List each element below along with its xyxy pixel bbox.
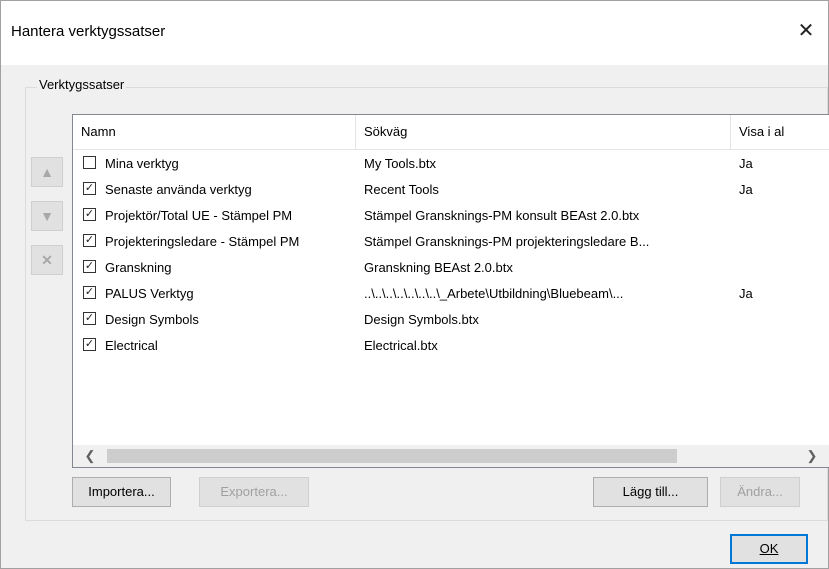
remove-icon: ✕ (41, 251, 53, 268)
arrow-up-icon: ▲ (40, 164, 54, 180)
list-item[interactable]: ✓ Design Symbols Design Symbols.btx (73, 307, 829, 333)
row-path: Stämpel Gransknings-PM projekteringsleda… (364, 234, 650, 249)
list-item[interactable]: ✓ Projekteringsledare - Stämpel PM Stämpel… (73, 229, 829, 255)
add-button[interactable]: Lägg till... (593, 477, 708, 507)
row-name: Senaste använda verktyg (105, 182, 252, 197)
close-icon[interactable]: ✕ (784, 13, 828, 47)
row-name: Mina verktyg (105, 156, 179, 171)
move-down-button[interactable]: ▼ (31, 201, 63, 231)
checkbox[interactable]: ✓ (83, 312, 96, 325)
move-up-button[interactable]: ▲ (31, 157, 63, 187)
list-item[interactable]: ✓ Projektör/Total UE - Stämpel PM Stämpel … (73, 203, 829, 229)
scroll-right-icon[interactable]: ❯ (801, 445, 823, 467)
ok-label: OK (759, 541, 779, 556)
checkbox[interactable]: ✓ (83, 182, 96, 195)
list-item[interactable]: ✓ Granskning Granskning BEAst 2.0.btx (73, 255, 829, 281)
checkbox[interactable]: ✓ (83, 260, 96, 273)
checkbox[interactable]: ✓ (83, 286, 96, 299)
list-header: Namn Sökväg Visa i al (73, 115, 829, 150)
group-label: Verktygssatser (37, 77, 127, 92)
dialog-title: Hantera verktygssatser (11, 23, 166, 40)
export-button[interactable]: Exportera... (199, 477, 309, 507)
row-name: Projekteringsledare - Stämpel PM (105, 234, 300, 249)
list-item[interactable]: ✓ PALUS Verktyg ..\..\..\..\..\..\..\_Arbe… (73, 281, 829, 307)
scrollbar-thumb[interactable] (107, 449, 677, 463)
column-header-show[interactable]: Visa i al (731, 115, 829, 149)
list-item[interactable]: Mina verktyg My Tools.btx Ja (73, 151, 829, 177)
list-item[interactable]: ✓ Senaste använda verktyg Recent Tools Ja (73, 177, 829, 203)
scroll-left-icon[interactable]: ❮ (79, 445, 101, 467)
row-path: Granskning BEAst 2.0.btx (364, 260, 513, 275)
ok-button[interactable]: OK (730, 534, 808, 564)
row-path: Recent Tools (364, 182, 439, 197)
row-name: Granskning (105, 260, 172, 275)
list-item[interactable]: ✓ Electrical Electrical.btx (73, 333, 829, 359)
checkbox[interactable] (83, 156, 96, 169)
edit-button[interactable]: Ändra... (720, 477, 800, 507)
import-button[interactable]: Importera... (72, 477, 171, 507)
row-show: Ja (739, 286, 753, 301)
row-name: PALUS Verktyg (105, 286, 194, 301)
column-header-name[interactable]: Namn (73, 115, 356, 149)
row-name: Electrical (105, 338, 158, 353)
horizontal-scrollbar[interactable]: ❮ ❯ (73, 445, 829, 467)
checkbox[interactable]: ✓ (83, 208, 96, 221)
row-path: My Tools.btx (364, 156, 437, 171)
manage-toolsets-dialog: Hantera verktygssatser ✕ Verktygssatser … (0, 0, 829, 569)
checkbox[interactable]: ✓ (83, 338, 96, 351)
arrow-down-icon: ▼ (40, 208, 54, 224)
row-show: Ja (739, 182, 753, 197)
checkbox[interactable]: ✓ (83, 234, 96, 247)
row-path: Electrical.btx (364, 338, 438, 353)
title-bar: Hantera verktygssatser ✕ (1, 1, 828, 65)
row-path: ..\..\..\..\..\..\..\_Arbete\Utbildning\… (364, 286, 624, 301)
toolsets-list[interactable]: Namn Sökväg Visa i al Mina verktyg My Too… (72, 114, 829, 468)
row-name: Design Symbols (105, 312, 199, 327)
row-path: Stämpel Gransknings-PM konsult BEAst 2.0… (364, 208, 640, 223)
row-path: Design Symbols.btx (364, 312, 479, 327)
remove-button[interactable]: ✕ (31, 245, 63, 275)
column-header-path[interactable]: Sökväg (356, 115, 731, 149)
row-show: Ja (739, 156, 753, 171)
row-name: Projektör/Total UE - Stämpel PM (105, 208, 293, 223)
